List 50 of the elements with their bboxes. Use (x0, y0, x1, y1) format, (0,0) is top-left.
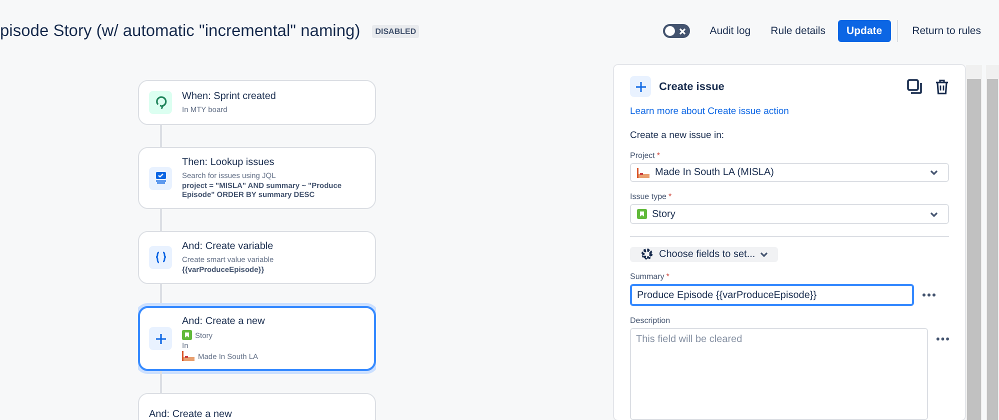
required-mark: * (656, 151, 660, 160)
field-label: Issue type (630, 192, 666, 202)
update-button[interactable]: Update (838, 20, 892, 42)
step-title: And: Create a new (149, 409, 232, 420)
select-value: Story (652, 208, 676, 220)
gear-icon (640, 247, 654, 262)
story-icon (637, 209, 647, 220)
step-title: Then: Lookup issues (182, 157, 276, 168)
select-value: Made In South LA (MISLA) (655, 167, 774, 178)
field-label: Project (630, 151, 655, 160)
caret-icon (930, 212, 938, 217)
rule-step-card[interactable]: And: Create a new (138, 393, 376, 420)
copy-icon[interactable] (907, 78, 923, 94)
summary-input[interactable]: Produce Episode {{varProduceEpisode}} (630, 284, 914, 306)
learn-more-link[interactable]: Learn more about Create issue action (630, 106, 949, 117)
monitor-icon (149, 166, 172, 190)
header-button[interactable]: Rule details (762, 20, 834, 42)
rule-title: pisode Story (w/ automatic "incremental" naming) (0, 22, 360, 40)
toggle-switch[interactable] (662, 24, 690, 38)
choose-fields-button[interactable]: Choose fields to set... (630, 246, 778, 262)
caret-icon (760, 252, 768, 257)
step-title: And: Create a new (182, 316, 265, 327)
header-button[interactable]: Return to rules (904, 20, 989, 42)
select-field[interactable]: Made In South LA (MISLA) (630, 163, 949, 182)
refresh-icon (149, 91, 172, 114)
more-icon[interactable] (936, 337, 949, 341)
intro-text: Create a new issue in: (630, 130, 725, 141)
required-mark: * (666, 272, 670, 281)
close-icon (678, 28, 686, 34)
trash-icon[interactable] (935, 78, 949, 94)
project-avatar-icon (637, 168, 650, 178)
plus-icon (149, 327, 172, 350)
header-button[interactable]: Audit log (702, 20, 759, 42)
scrollbar[interactable] (966, 65, 982, 420)
step-title: When: Sprint created (182, 91, 276, 102)
description-field[interactable]: This field will be cleared (630, 328, 928, 420)
scrollbar[interactable] (986, 65, 999, 420)
project-avatar-icon (182, 351, 195, 361)
field-label: Summary (630, 272, 664, 281)
status-badge: DISABLED (372, 24, 420, 38)
story-icon (182, 330, 192, 340)
step-title: And: Create variable (182, 241, 274, 252)
more-icon[interactable] (922, 293, 936, 297)
plus-icon (630, 76, 651, 97)
panel-title: Create issue (659, 80, 724, 92)
caret-icon (930, 170, 938, 176)
field-label: Description (630, 316, 670, 325)
braces-icon (149, 246, 172, 269)
select-field[interactable]: Story (630, 204, 949, 224)
required-mark: * (668, 192, 672, 202)
